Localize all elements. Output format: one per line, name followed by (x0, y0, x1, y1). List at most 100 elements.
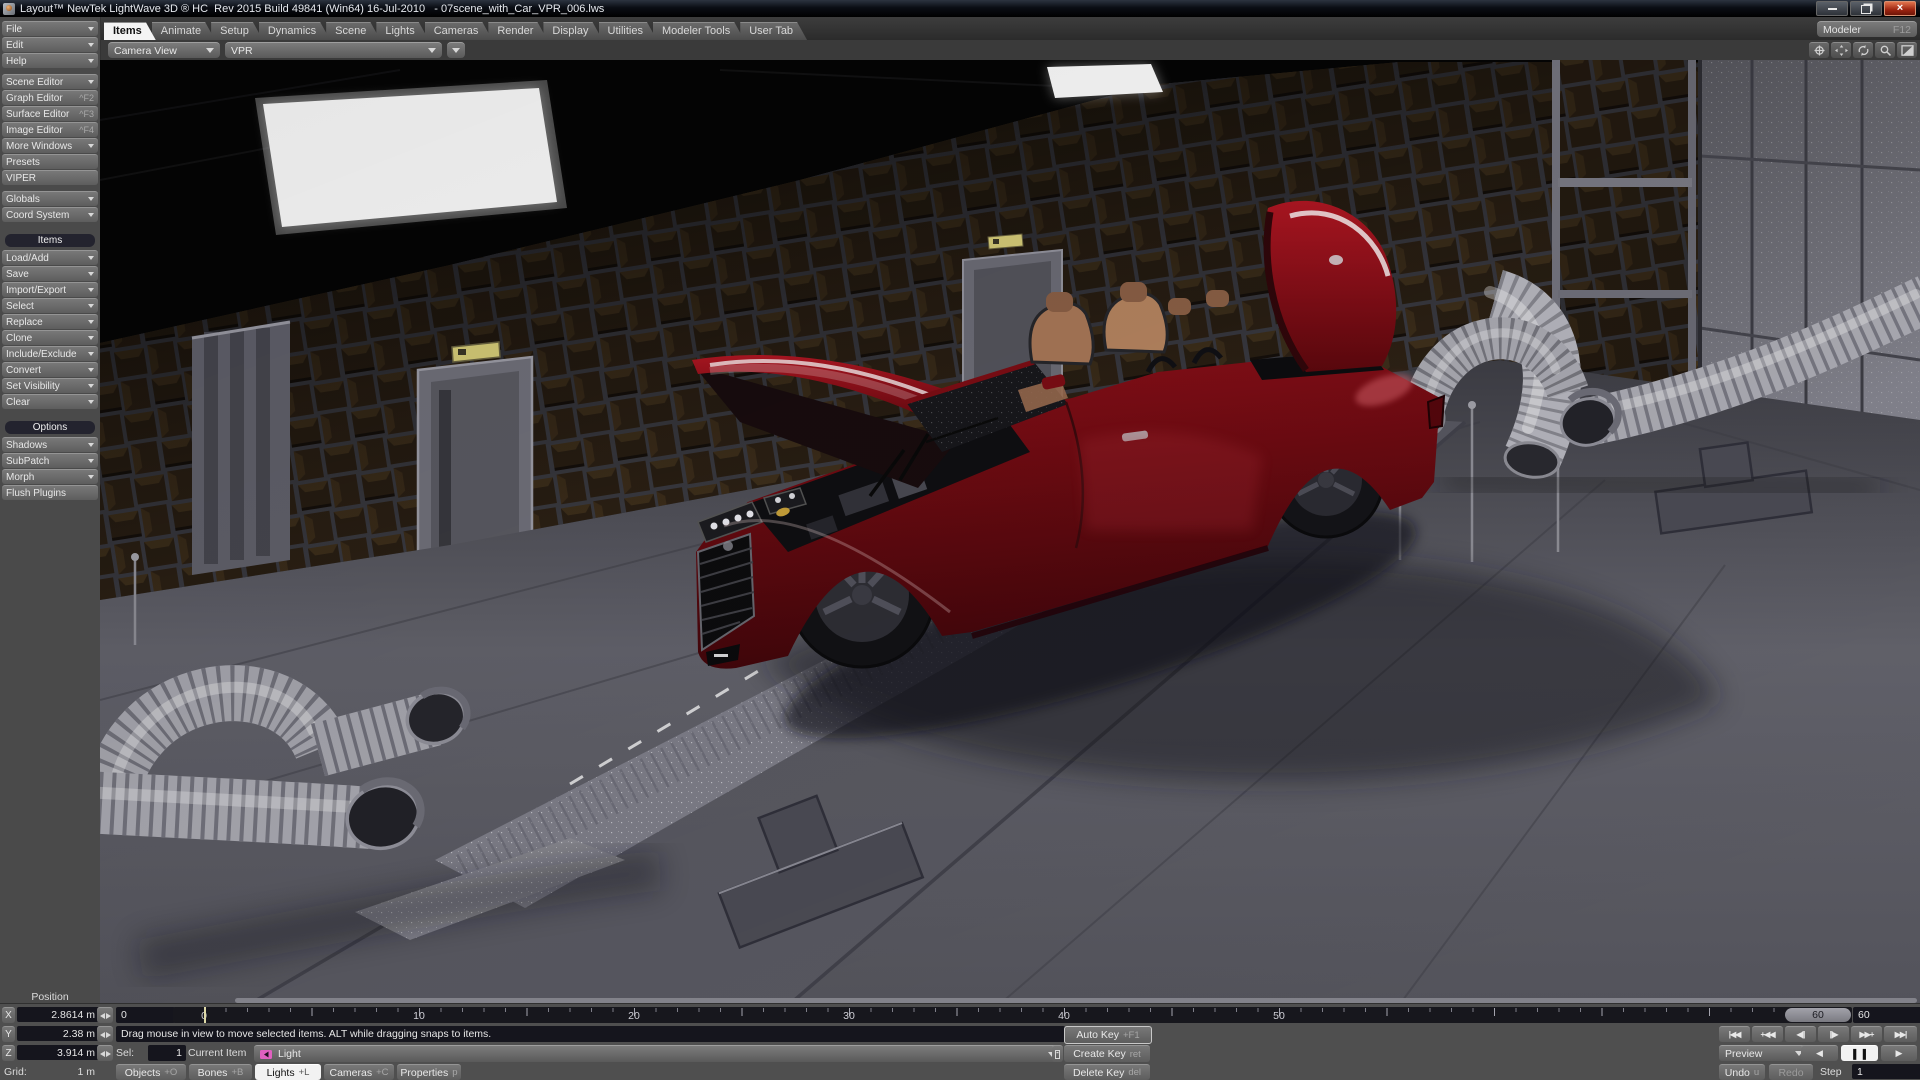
first-frame-button[interactable]: |◀◀ (1719, 1026, 1750, 1042)
tab-utilities[interactable]: Utilities (599, 22, 657, 40)
rotate-view-button[interactable] (1853, 42, 1873, 58)
mode-objects-button[interactable]: Objects+O (116, 1064, 186, 1080)
sidebar-item-import-export[interactable]: Import/Export (2, 282, 98, 297)
chevron-down-icon (88, 352, 94, 356)
render-mode-dropdown[interactable]: VPR (225, 42, 442, 58)
tab-modeler-tools[interactable]: Modeler Tools (653, 22, 744, 40)
mode-properties-button[interactable]: Propertiesp (397, 1064, 461, 1080)
lightwave-app-icon (3, 3, 15, 15)
redo-button[interactable]: Redo (1769, 1064, 1813, 1080)
undo-button[interactable]: Undou (1719, 1064, 1765, 1080)
step-field[interactable]: 1 (1852, 1064, 1920, 1079)
tab-lights[interactable]: Lights (376, 22, 428, 40)
restore-button[interactable] (1850, 1, 1882, 16)
titlebar[interactable]: Layout™ NewTek LightWave 3D ® HC Rev 201… (0, 0, 1920, 17)
x-axis-button[interactable]: X (2, 1007, 15, 1023)
item-list-button[interactable] (1052, 1045, 1063, 1062)
last-frame-icon: ▶▶| (1895, 1030, 1907, 1039)
sidebar-item-surface-editor[interactable]: Surface Editor^F3 (2, 106, 98, 121)
z-axis-button[interactable]: Z (2, 1045, 15, 1061)
current-item-dropdown[interactable]: Light (254, 1045, 1062, 1062)
tab-display[interactable]: Display (543, 22, 602, 40)
tab-setup[interactable]: Setup (211, 22, 263, 40)
sidebar-item-convert[interactable]: Convert (2, 362, 98, 377)
sidebar-item-file[interactable]: File (2, 21, 98, 36)
mode-lights-button[interactable]: Lights+L (255, 1064, 321, 1080)
preview-dropdown[interactable]: Preview (1719, 1045, 1809, 1061)
minimize-button[interactable] (1816, 1, 1848, 16)
next-keyframe-button[interactable]: ▶▶+ (1851, 1026, 1882, 1042)
sidebar-item-select[interactable]: Select (2, 298, 98, 313)
sidebar-item-load-add[interactable]: Load/Add (2, 250, 98, 265)
tab-user-tab[interactable]: User Tab (740, 22, 807, 40)
sidebar-item-scene-editor[interactable]: Scene Editor (2, 74, 98, 89)
chevron-down-icon (88, 475, 94, 479)
sidebar-item-shadows[interactable]: Shadows (2, 437, 98, 452)
open-modeler-button[interactable]: Modeler F12 (1817, 21, 1917, 37)
scene-vignette (100, 60, 1920, 1004)
sidebar-item-clone[interactable]: Clone (2, 330, 98, 345)
maximize-viewport-button[interactable] (1897, 42, 1917, 58)
chevron-down-icon (88, 197, 94, 201)
prev-frame-button[interactable]: ◀|| (1785, 1026, 1816, 1042)
create-key-button[interactable]: Create Keyret (1064, 1045, 1150, 1062)
status-message: Drag mouse in view to move selected item… (116, 1026, 1065, 1042)
sidebar-item-morph[interactable]: Morph (2, 469, 98, 484)
next-frame-icon: ||▶ (1830, 1030, 1838, 1039)
sidebar-item-subpatch[interactable]: SubPatch (2, 453, 98, 468)
sidebar-item-globals[interactable]: Globals (2, 191, 98, 206)
sidebar-item-presets[interactable]: Presets (2, 154, 98, 169)
tab-dynamics[interactable]: Dynamics (259, 22, 330, 40)
pause-button[interactable]: ▌▐ (1841, 1045, 1878, 1061)
y-position-field[interactable]: 2.38 m (17, 1026, 99, 1041)
end-frame-field[interactable]: 60 (1853, 1007, 1920, 1023)
sidebar-item-edit[interactable]: Edit (2, 37, 98, 52)
tab-cameras[interactable]: Cameras (425, 22, 493, 40)
pan-view-button[interactable] (1831, 42, 1851, 58)
viewport-3d[interactable] (100, 60, 1920, 1004)
delete-key-button[interactable]: Delete Keydel (1064, 1064, 1150, 1080)
zoom-view-button[interactable] (1875, 42, 1895, 58)
timeline-ruler[interactable]: 0 10 20 30 40 50 60 (173, 1007, 1852, 1023)
play-button[interactable]: ▶ (1881, 1045, 1917, 1061)
last-frame-button[interactable]: ▶▶| (1884, 1026, 1917, 1042)
prev-keyframe-button[interactable]: +◀◀ (1752, 1026, 1783, 1042)
auto-key-button[interactable]: Auto Key+F1 (1064, 1026, 1152, 1044)
timeline-slider-handle[interactable]: 60 (1785, 1008, 1851, 1022)
next-frame-button[interactable]: ||▶ (1818, 1026, 1849, 1042)
mode-cameras-button[interactable]: Cameras+C (324, 1064, 394, 1080)
sidebar-item-replace[interactable]: Replace (2, 314, 98, 329)
tab-items[interactable]: Items (104, 22, 156, 40)
y-axis-button[interactable]: Y (2, 1026, 15, 1042)
tick-label: 50 (1273, 1010, 1285, 1022)
mode-bones-button[interactable]: Bones+B (189, 1064, 252, 1080)
sidebar-item-flush-plugins[interactable]: Flush Plugins (2, 485, 98, 500)
sidebar-item-help[interactable]: Help (2, 53, 98, 68)
sidebar-item-include-exclude[interactable]: Include/Exclude (2, 346, 98, 361)
sidebar-item-coord-system[interactable]: Coord System (2, 207, 98, 222)
view-mode-dropdown[interactable]: Camera View (108, 42, 220, 58)
close-button[interactable]: × (1884, 1, 1916, 16)
z-position-spinner[interactable] (97, 1045, 113, 1061)
step-label: Step (1820, 1064, 1842, 1079)
modeler-button-shortcut: F12 (1893, 24, 1911, 36)
sidebar-item-save[interactable]: Save (2, 266, 98, 281)
sidebar-item-image-editor[interactable]: Image Editor^F4 (2, 122, 98, 137)
y-position-spinner[interactable] (97, 1026, 113, 1042)
sidebar-item-graph-editor[interactable]: Graph Editor^F2 (2, 90, 98, 105)
sidebar-item-set-visibility[interactable]: Set Visibility (2, 378, 98, 393)
x-position-field[interactable]: 2.8614 m (17, 1007, 99, 1022)
sidebar-item-viper[interactable]: VIPER (2, 170, 98, 185)
tab-scene[interactable]: Scene (326, 22, 380, 40)
x-position-spinner[interactable] (97, 1007, 113, 1023)
play-reverse-button[interactable]: ◀ (1801, 1045, 1838, 1061)
viewport-options-dropdown[interactable] (447, 42, 465, 58)
sidebar-item-more-windows[interactable]: More Windows (2, 138, 98, 153)
frame-indicator[interactable] (204, 1007, 206, 1023)
tab-render[interactable]: Render (488, 22, 547, 40)
orbit-view-button[interactable] (1809, 42, 1829, 58)
sidebar-item-clear[interactable]: Clear (2, 394, 98, 409)
tab-animate[interactable]: Animate (152, 22, 215, 40)
current-frame-field[interactable]: 0 (116, 1007, 175, 1023)
z-position-field[interactable]: 3.914 m (17, 1045, 99, 1060)
